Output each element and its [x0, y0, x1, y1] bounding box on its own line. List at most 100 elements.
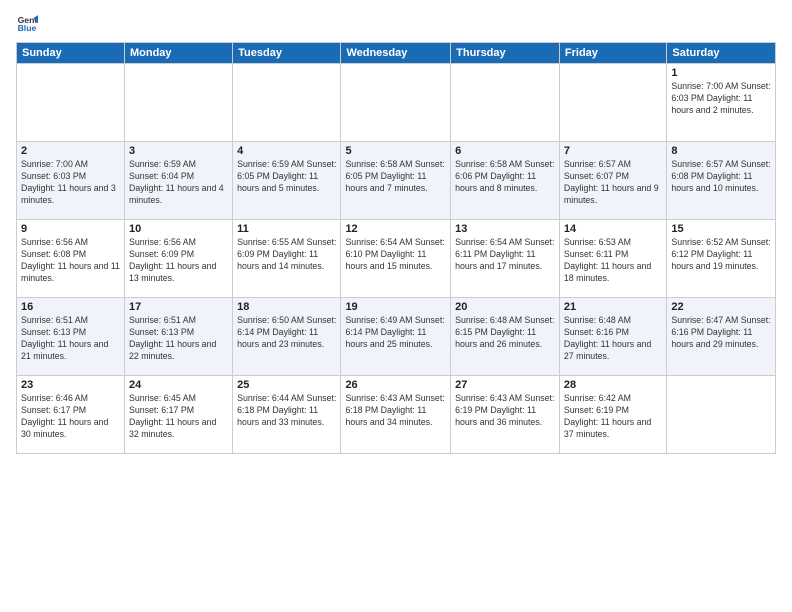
calendar-cell: 1 Sunrise: 7:00 AM Sunset: 6:03 PM Daylig… [667, 64, 776, 142]
calendar-cell: 8 Sunrise: 6:57 AM Sunset: 6:08 PM Daylig… [667, 142, 776, 220]
day-number: 9 [21, 223, 120, 235]
day-number: 20 [455, 301, 555, 313]
day-info: Sunrise: 6:48 AM Sunset: 6:15 PM Dayligh… [455, 315, 555, 351]
day-info: Sunrise: 6:54 AM Sunset: 6:11 PM Dayligh… [455, 237, 555, 273]
day-info: Sunrise: 6:59 AM Sunset: 6:05 PM Dayligh… [237, 159, 336, 195]
day-info: Sunrise: 7:00 AM Sunset: 6:03 PM Dayligh… [671, 81, 771, 117]
day-number: 13 [455, 223, 555, 235]
day-info: Sunrise: 6:58 AM Sunset: 6:06 PM Dayligh… [455, 159, 555, 195]
calendar-week-row: 9 Sunrise: 6:56 AM Sunset: 6:08 PM Daylig… [17, 220, 776, 298]
calendar-cell: 19 Sunrise: 6:49 AM Sunset: 6:14 PM Dayli… [341, 298, 451, 376]
calendar-cell [667, 376, 776, 454]
day-number: 19 [345, 301, 446, 313]
day-number: 25 [237, 379, 336, 391]
day-info: Sunrise: 6:43 AM Sunset: 6:19 PM Dayligh… [455, 393, 555, 429]
day-info: Sunrise: 7:00 AM Sunset: 6:03 PM Dayligh… [21, 159, 120, 207]
calendar-cell: 22 Sunrise: 6:47 AM Sunset: 6:16 PM Dayli… [667, 298, 776, 376]
calendar-weekday-saturday: Saturday [667, 43, 776, 64]
calendar-cell: 9 Sunrise: 6:56 AM Sunset: 6:08 PM Daylig… [17, 220, 125, 298]
calendar-cell [17, 64, 125, 142]
calendar-cell: 17 Sunrise: 6:51 AM Sunset: 6:13 PM Dayli… [124, 298, 232, 376]
day-number: 6 [455, 145, 555, 157]
svg-text:Blue: Blue [18, 23, 37, 33]
calendar-cell [124, 64, 232, 142]
day-info: Sunrise: 6:43 AM Sunset: 6:18 PM Dayligh… [345, 393, 446, 429]
calendar-cell: 6 Sunrise: 6:58 AM Sunset: 6:06 PM Daylig… [451, 142, 560, 220]
day-number: 11 [237, 223, 336, 235]
day-number: 15 [671, 223, 771, 235]
calendar-week-row: 23Sunrise: 6:46 AM Sunset: 6:17 PM Dayli… [17, 376, 776, 454]
day-number: 18 [237, 301, 336, 313]
calendar-cell: 21 Sunrise: 6:48 AM Sunset: 6:16 PM Dayli… [559, 298, 666, 376]
calendar-cell: 2 Sunrise: 7:00 AM Sunset: 6:03 PM Daylig… [17, 142, 125, 220]
calendar-cell: 15 Sunrise: 6:52 AM Sunset: 6:12 PM Dayli… [667, 220, 776, 298]
day-info: Sunrise: 6:50 AM Sunset: 6:14 PM Dayligh… [237, 315, 336, 351]
calendar-cell [233, 64, 341, 142]
day-info: Sunrise: 6:55 AM Sunset: 6:09 PM Dayligh… [237, 237, 336, 273]
calendar-table: SundayMondayTuesdayWednesdayThursdayFrid… [16, 42, 776, 454]
calendar-week-row: 1 Sunrise: 7:00 AM Sunset: 6:03 PM Daylig… [17, 64, 776, 142]
day-info: Sunrise: 6:48 AM Sunset: 6:16 PM Dayligh… [564, 315, 662, 363]
calendar-week-row: 2 Sunrise: 7:00 AM Sunset: 6:03 PM Daylig… [17, 142, 776, 220]
day-number: 24 [129, 379, 228, 391]
day-info: Sunrise: 6:42 AM Sunset: 6:19 PM Dayligh… [564, 393, 662, 441]
day-info: Sunrise: 6:54 AM Sunset: 6:10 PM Dayligh… [345, 237, 446, 273]
logo: General Blue [16, 12, 40, 34]
day-number: 22 [671, 301, 771, 313]
day-number: 26 [345, 379, 446, 391]
calendar-cell: 14 Sunrise: 6:53 AM Sunset: 6:11 PM Dayli… [559, 220, 666, 298]
page-header: General Blue [16, 12, 776, 34]
day-number: 16 [21, 301, 120, 313]
calendar-cell [559, 64, 666, 142]
day-number: 8 [671, 145, 771, 157]
day-info: Sunrise: 6:49 AM Sunset: 6:14 PM Dayligh… [345, 315, 446, 351]
calendar-cell: 25Sunrise: 6:44 AM Sunset: 6:18 PM Dayli… [233, 376, 341, 454]
day-info: Sunrise: 6:57 AM Sunset: 6:07 PM Dayligh… [564, 159, 662, 207]
day-number: 17 [129, 301, 228, 313]
calendar-cell: 10 Sunrise: 6:56 AM Sunset: 6:09 PM Dayli… [124, 220, 232, 298]
day-info: Sunrise: 6:46 AM Sunset: 6:17 PM Dayligh… [21, 393, 120, 441]
calendar-cell: 13 Sunrise: 6:54 AM Sunset: 6:11 PM Dayli… [451, 220, 560, 298]
calendar-cell: 11 Sunrise: 6:55 AM Sunset: 6:09 PM Dayli… [233, 220, 341, 298]
calendar-cell: 16 Sunrise: 6:51 AM Sunset: 6:13 PM Dayli… [17, 298, 125, 376]
day-info: Sunrise: 6:56 AM Sunset: 6:08 PM Dayligh… [21, 237, 120, 285]
day-number: 2 [21, 145, 120, 157]
day-info: Sunrise: 6:56 AM Sunset: 6:09 PM Dayligh… [129, 237, 228, 285]
day-info: Sunrise: 6:57 AM Sunset: 6:08 PM Dayligh… [671, 159, 771, 195]
day-number: 1 [671, 67, 771, 79]
day-number: 28 [564, 379, 662, 391]
calendar-cell: 5Sunrise: 6:58 AM Sunset: 6:05 PM Daylig… [341, 142, 451, 220]
calendar-weekday-thursday: Thursday [451, 43, 560, 64]
calendar-header-row: SundayMondayTuesdayWednesdayThursdayFrid… [17, 43, 776, 64]
calendar-cell: 26 Sunrise: 6:43 AM Sunset: 6:18 PM Dayli… [341, 376, 451, 454]
calendar-weekday-sunday: Sunday [17, 43, 125, 64]
day-number: 27 [455, 379, 555, 391]
day-number: 12 [345, 223, 446, 235]
calendar-cell [341, 64, 451, 142]
calendar-cell: 12 Sunrise: 6:54 AM Sunset: 6:10 PM Dayli… [341, 220, 451, 298]
calendar-weekday-monday: Monday [124, 43, 232, 64]
day-info: Sunrise: 6:53 AM Sunset: 6:11 PM Dayligh… [564, 237, 662, 285]
day-number: 3 [129, 145, 228, 157]
calendar-cell [451, 64, 560, 142]
day-info: Sunrise: 6:47 AM Sunset: 6:16 PM Dayligh… [671, 315, 771, 351]
calendar-weekday-wednesday: Wednesday [341, 43, 451, 64]
day-info: Sunrise: 6:51 AM Sunset: 6:13 PM Dayligh… [21, 315, 120, 363]
day-info: Sunrise: 6:51 AM Sunset: 6:13 PM Dayligh… [129, 315, 228, 363]
calendar-cell: 20 Sunrise: 6:48 AM Sunset: 6:15 PM Dayli… [451, 298, 560, 376]
calendar-weekday-tuesday: Tuesday [233, 43, 341, 64]
day-info: Sunrise: 6:58 AM Sunset: 6:05 PM Dayligh… [345, 159, 446, 195]
calendar-cell: 23Sunrise: 6:46 AM Sunset: 6:17 PM Dayli… [17, 376, 125, 454]
day-number: 21 [564, 301, 662, 313]
day-number: 7 [564, 145, 662, 157]
day-number: 14 [564, 223, 662, 235]
calendar-cell: 24 Sunrise: 6:45 AM Sunset: 6:17 PM Dayli… [124, 376, 232, 454]
day-number: 4 [237, 145, 336, 157]
calendar-cell: 27 Sunrise: 6:43 AM Sunset: 6:19 PM Dayli… [451, 376, 560, 454]
day-info: Sunrise: 6:45 AM Sunset: 6:17 PM Dayligh… [129, 393, 228, 441]
calendar-week-row: 16 Sunrise: 6:51 AM Sunset: 6:13 PM Dayli… [17, 298, 776, 376]
day-number: 10 [129, 223, 228, 235]
day-info: Sunrise: 6:52 AM Sunset: 6:12 PM Dayligh… [671, 237, 771, 273]
calendar-cell: 3Sunrise: 6:59 AM Sunset: 6:04 PM Daylig… [124, 142, 232, 220]
calendar-cell: 28 Sunrise: 6:42 AM Sunset: 6:19 PM Dayli… [559, 376, 666, 454]
